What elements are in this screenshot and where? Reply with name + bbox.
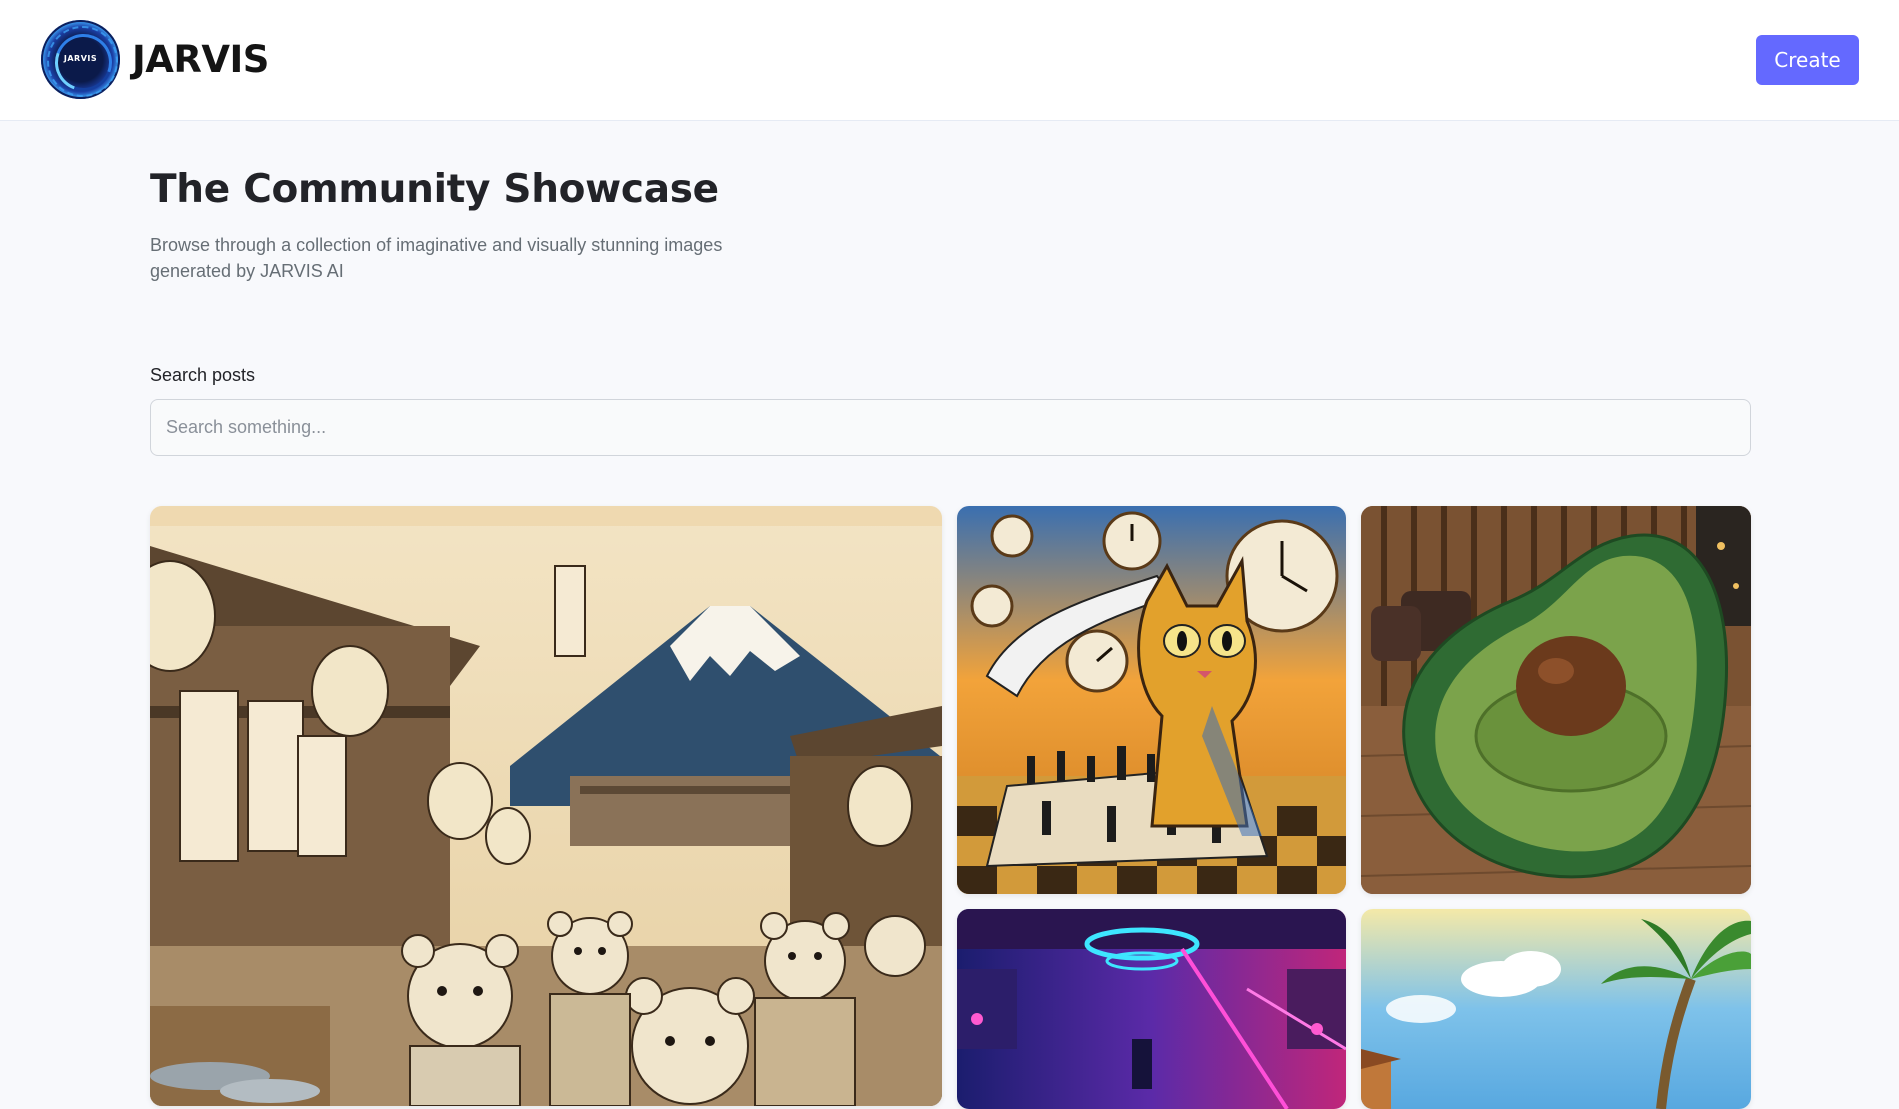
create-button[interactable]: Create bbox=[1756, 35, 1859, 85]
gallery-card-cat-chess[interactable] bbox=[957, 506, 1346, 894]
gallery-card-avocado-chair[interactable] bbox=[1361, 506, 1751, 894]
page-subtitle: Browse through a collection of imaginati… bbox=[150, 235, 723, 281]
logo-badge-text: JARVIS bbox=[63, 54, 98, 63]
brand-name: JARVIS bbox=[132, 38, 269, 81]
gallery-card-bears-market[interactable] bbox=[150, 506, 942, 1106]
cat-chess-image bbox=[957, 506, 1346, 894]
neon-corridor-image bbox=[957, 909, 1346, 1109]
avocado-chair-image bbox=[1361, 506, 1751, 894]
jarvis-logo-icon: JARVIS bbox=[41, 20, 120, 99]
gallery-card-tropical-beach[interactable] bbox=[1361, 909, 1751, 1109]
image-gallery bbox=[150, 506, 1751, 1109]
tropical-beach-image bbox=[1361, 909, 1751, 1109]
bears-market-image bbox=[150, 506, 942, 1106]
top-navbar: JARVIS JARVIS Create bbox=[0, 0, 1899, 121]
home-logo-link[interactable]: JARVIS JARVIS bbox=[41, 20, 269, 99]
page-title: The Community Showcase bbox=[150, 167, 719, 212]
gallery-card-neon-corridor[interactable] bbox=[957, 909, 1346, 1109]
search-input[interactable] bbox=[150, 399, 1751, 456]
search-label: Search posts bbox=[150, 365, 256, 385]
